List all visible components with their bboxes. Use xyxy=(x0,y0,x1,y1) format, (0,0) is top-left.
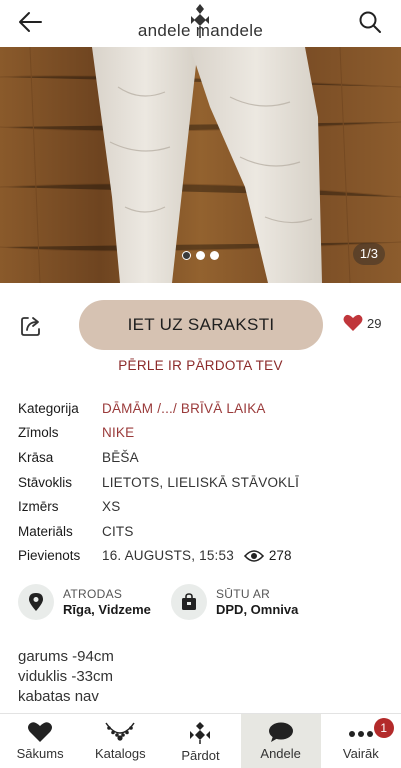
detail-row-condition: Stāvoklis LIETOTS, LIELISKĀ STĀVOKLĪ xyxy=(18,470,388,495)
search-button[interactable] xyxy=(357,9,383,35)
detail-row-material: Materiāls CITS xyxy=(18,519,388,544)
product-description: garums -94cm viduklis -33cm kabatas nav xyxy=(18,647,114,707)
search-icon xyxy=(359,11,381,33)
like-button[interactable]: 29 xyxy=(343,314,381,332)
description-line: viduklis -33cm xyxy=(18,668,114,685)
category-link[interactable]: DĀMĀM /.../ BRĪVĀ LAIKA xyxy=(102,401,266,416)
info-cards: ATRODAS Rīga, Vidzeme SŪTU AR DPD, Omniv… xyxy=(18,584,388,622)
detail-row-category: Kategorija DĀMĀM /.../ BRĪVĀ LAIKA xyxy=(18,396,388,421)
eye-icon xyxy=(243,550,264,562)
tab-label: Katalogs xyxy=(94,746,146,761)
description-line: kabatas nav xyxy=(18,688,99,705)
notification-badge: 1 xyxy=(373,718,394,738)
heart-icon xyxy=(343,314,363,331)
detail-key: Stāvoklis xyxy=(18,474,73,490)
location-card: ATRODAS Rīga, Vidzeme xyxy=(18,584,151,620)
logo-mark-icon xyxy=(191,4,209,38)
chat-bubble-icon xyxy=(268,722,293,742)
share-button[interactable] xyxy=(18,313,44,339)
detail-row-color: Krāsa BĒŠA xyxy=(18,445,388,470)
detail-value: LIETOTS, LIELISKĀ STĀVOKLĪ xyxy=(102,474,300,490)
product-details: Kategorija DĀMĀM /.../ BRĪVĀ LAIKA Zīmol… xyxy=(18,396,388,568)
product-image xyxy=(0,47,401,283)
detail-row-added: Pievienots 16. AUGUSTS, 15:53 278 xyxy=(18,544,388,569)
pagination-dot[interactable] xyxy=(210,251,219,260)
location-value: Rīga, Vidzeme xyxy=(63,602,151,617)
detail-value: XS xyxy=(102,499,121,515)
detail-row-brand: Zīmols NIKE xyxy=(18,421,388,446)
tab-more[interactable]: Vairāk 1 xyxy=(321,714,401,768)
tab-label: Vairāk xyxy=(342,746,379,761)
heart-icon xyxy=(28,722,53,742)
logo-mark-icon xyxy=(190,722,211,744)
views-count: 278 xyxy=(268,548,292,564)
tab-home[interactable]: Sākums xyxy=(0,714,80,768)
views-counter: 278 xyxy=(243,548,292,564)
like-count: 29 xyxy=(367,315,382,331)
shopping-bag-icon xyxy=(171,584,207,620)
pagination-dot[interactable] xyxy=(182,251,191,260)
shipping-label: SŪTU AR xyxy=(216,587,271,601)
tab-label: Sākums xyxy=(16,746,64,761)
detail-key: Zīmols xyxy=(18,425,59,441)
detail-key: Krāsa xyxy=(18,449,54,465)
detail-key: Pievienots xyxy=(18,548,81,564)
description-line: garums -94cm xyxy=(18,648,114,665)
gallery-pagination xyxy=(182,251,219,260)
detail-value: 16. AUGUSTS, 15:53 xyxy=(102,548,234,564)
pagination-dot[interactable] xyxy=(196,251,205,260)
detail-key: Materiāls xyxy=(18,523,73,539)
image-counter: 1/3 xyxy=(352,243,385,265)
go-to-list-button[interactable]: IET UZ SARAKSTI xyxy=(79,300,323,350)
detail-key: Izmērs xyxy=(18,499,59,515)
tab-label: Andele xyxy=(260,746,301,761)
detail-key: Kategorija xyxy=(18,400,79,416)
tab-catalog[interactable]: Katalogs xyxy=(80,714,160,768)
detail-value: BĒŠA xyxy=(102,449,139,465)
shipping-card: SŪTU AR DPD, Omniva xyxy=(171,584,298,620)
tab-sell[interactable]: Pārdot xyxy=(160,714,240,768)
necklace-icon xyxy=(105,722,135,741)
more-dots-icon xyxy=(348,731,373,737)
brand-link[interactable]: NIKE xyxy=(102,425,134,440)
product-photo[interactable] xyxy=(0,47,401,283)
tab-label: Pārdot xyxy=(181,748,220,763)
sold-note: PĒRLE IR PĀRDOTA TEV xyxy=(118,358,283,373)
bottom-tab-bar: Sākums Katalogs Pārdot Andele Vairāk 1 xyxy=(0,713,401,768)
location-pin-icon xyxy=(18,584,54,620)
share-icon xyxy=(21,317,40,336)
tab-andele[interactable]: Andele xyxy=(240,714,321,768)
detail-row-size: Izmērs XS xyxy=(18,494,388,519)
location-label: ATRODAS xyxy=(63,587,123,601)
top-bar: andele mandele xyxy=(0,0,401,48)
detail-value: CITS xyxy=(102,523,134,539)
shipping-value: DPD, Omniva xyxy=(216,602,299,617)
